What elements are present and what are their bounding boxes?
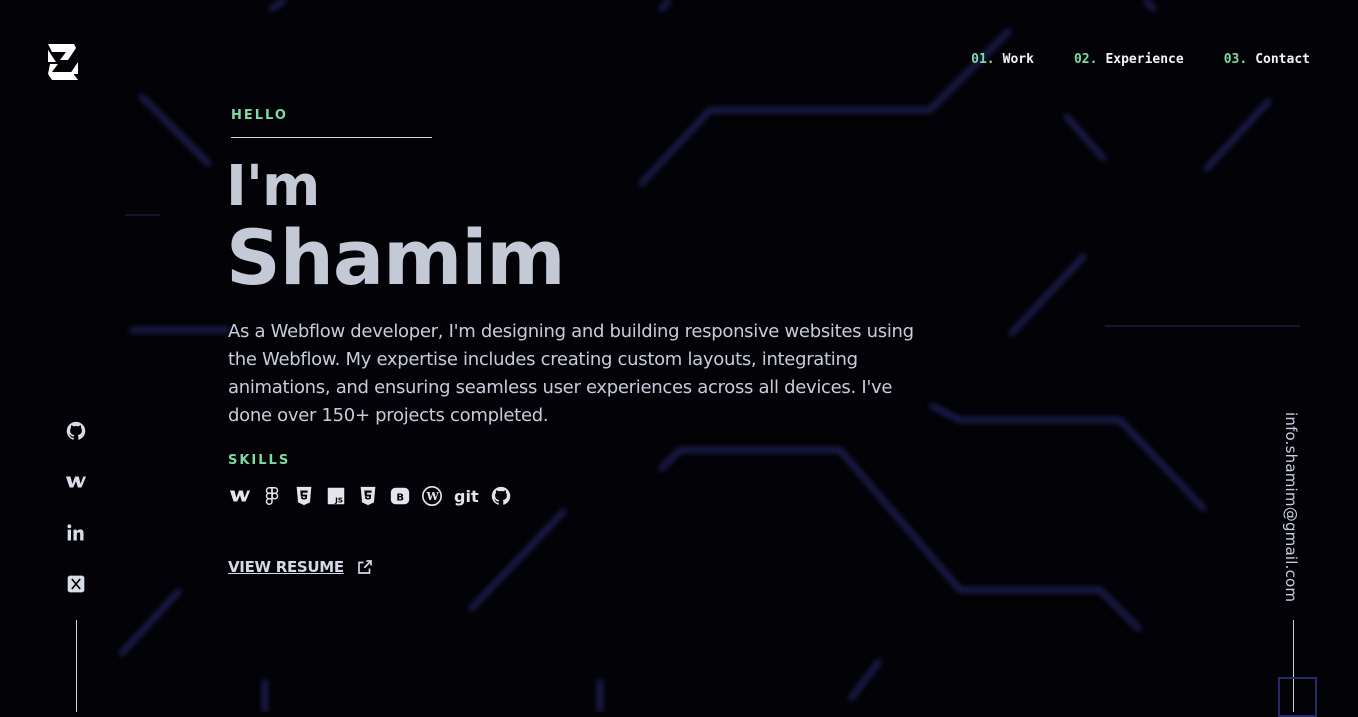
svg-text:B: B [396,493,404,504]
logo-mark-icon [48,44,78,80]
svg-text:W: W [426,490,440,503]
logo[interactable] [46,44,80,80]
skills-list: JS B W git [228,484,513,508]
github-link[interactable] [64,420,88,442]
view-resume-link[interactable]: VIEW RESUME [228,558,374,576]
resume-label: VIEW RESUME [228,558,344,576]
nav-item-experience[interactable]: 02. Experience [1074,52,1184,67]
webflow-icon [65,476,87,488]
webflow-link[interactable] [64,471,88,493]
webflow-icon [228,484,252,508]
corner-frame [1278,677,1317,717]
git-icon: git [454,486,479,506]
linkedin-link[interactable] [64,522,88,544]
html5-icon [292,484,316,508]
main-nav: 01. Work 02. Experience 03. Contact [971,52,1310,67]
js-icon: JS [324,484,348,508]
linkedin-icon [67,524,84,541]
hero-kicker: HELLO [231,108,288,123]
figma-icon [260,484,284,508]
github-icon [489,484,513,508]
wordpress-icon: W [420,484,444,508]
external-link-icon [358,560,372,574]
bootstrap-icon: B [388,484,412,508]
css3-icon [356,484,380,508]
kicker-underline [231,137,432,138]
hero-name: Shamim [226,213,566,302]
nav-item-work[interactable]: 01. Work [971,52,1034,67]
left-divider-line [76,620,77,712]
github-icon [66,421,86,440]
email-link[interactable]: info.shamim@gmail.com [1282,412,1300,602]
nav-item-contact[interactable]: 03. Contact [1224,52,1310,67]
nav-label: Experience [1105,52,1184,67]
hero-bio: As a Webflow developer, I'm designing an… [228,321,914,426]
x-link[interactable] [64,573,88,595]
x-icon [67,575,85,593]
svg-text:JS: JS [334,495,343,504]
nav-number: 02. [1073,52,1098,67]
social-links [64,420,88,595]
nav-label: Work [1002,52,1034,67]
nav-label: Contact [1255,52,1310,67]
skills-heading: SKILLS [228,453,291,468]
nav-number: 01. [971,52,995,67]
nav-number: 03. [1223,52,1248,67]
